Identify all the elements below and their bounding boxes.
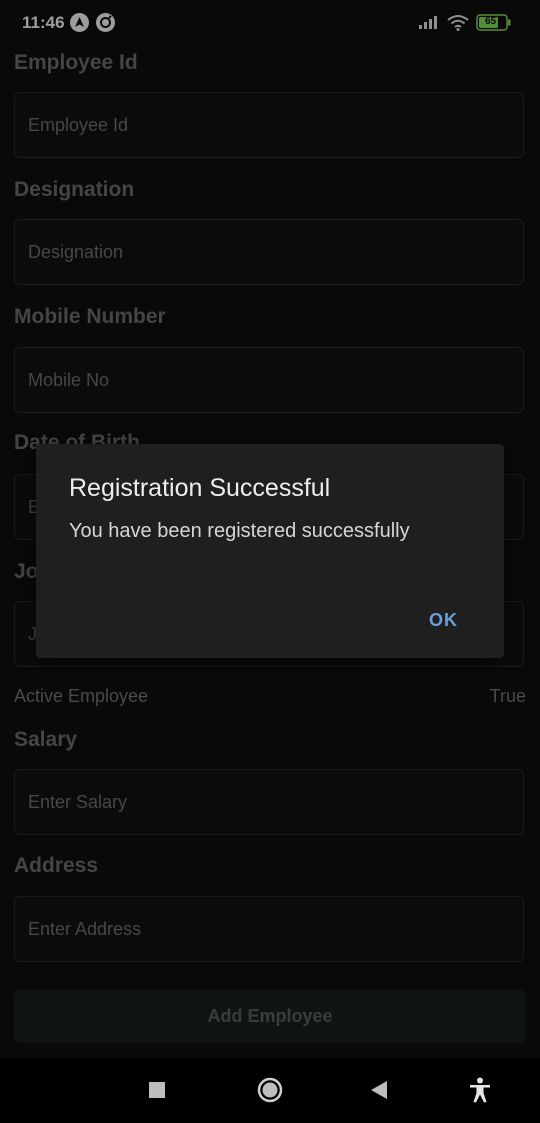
accessibility-icon[interactable] <box>469 1077 491 1108</box>
ok-button[interactable]: OK <box>429 610 458 631</box>
back-icon[interactable] <box>370 1080 388 1105</box>
home-icon[interactable] <box>257 1077 283 1108</box>
app-screen: 11:46 65 Employee Id Employee Id Designa… <box>0 0 540 1058</box>
navigation-bar <box>0 1058 540 1123</box>
dialog-message: You have been registered successfully <box>69 520 410 542</box>
dialog-title: Registration Successful <box>69 474 331 502</box>
recents-icon[interactable] <box>148 1081 166 1104</box>
registration-dialog: Registration Successful You have been re… <box>36 444 504 658</box>
